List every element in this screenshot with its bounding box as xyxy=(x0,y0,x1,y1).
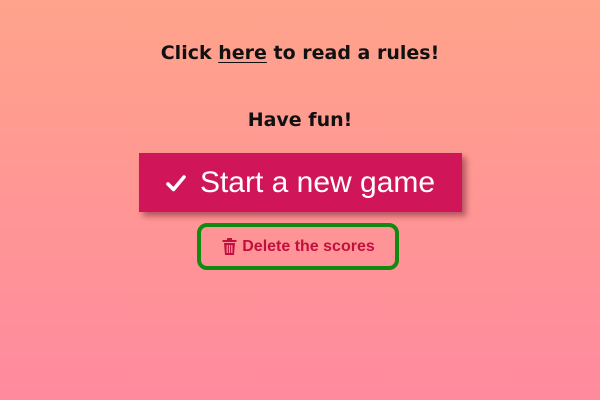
rules-suffix: to read a rules! xyxy=(266,42,440,64)
start-new-game-button[interactable]: Start a new game xyxy=(139,153,462,212)
delete-scores-button[interactable]: Delete the scores xyxy=(197,223,399,270)
have-fun-text: Have fun! xyxy=(247,109,353,131)
rules-link[interactable]: here xyxy=(218,42,267,64)
rules-text: Click here to read a rules! xyxy=(0,40,600,66)
start-new-game-label: Start a new game xyxy=(199,165,436,199)
trash-icon xyxy=(221,238,237,256)
delete-scores-label: Delete the scores xyxy=(242,237,375,255)
rules-prefix: Click xyxy=(160,42,219,64)
check-icon xyxy=(166,173,186,193)
